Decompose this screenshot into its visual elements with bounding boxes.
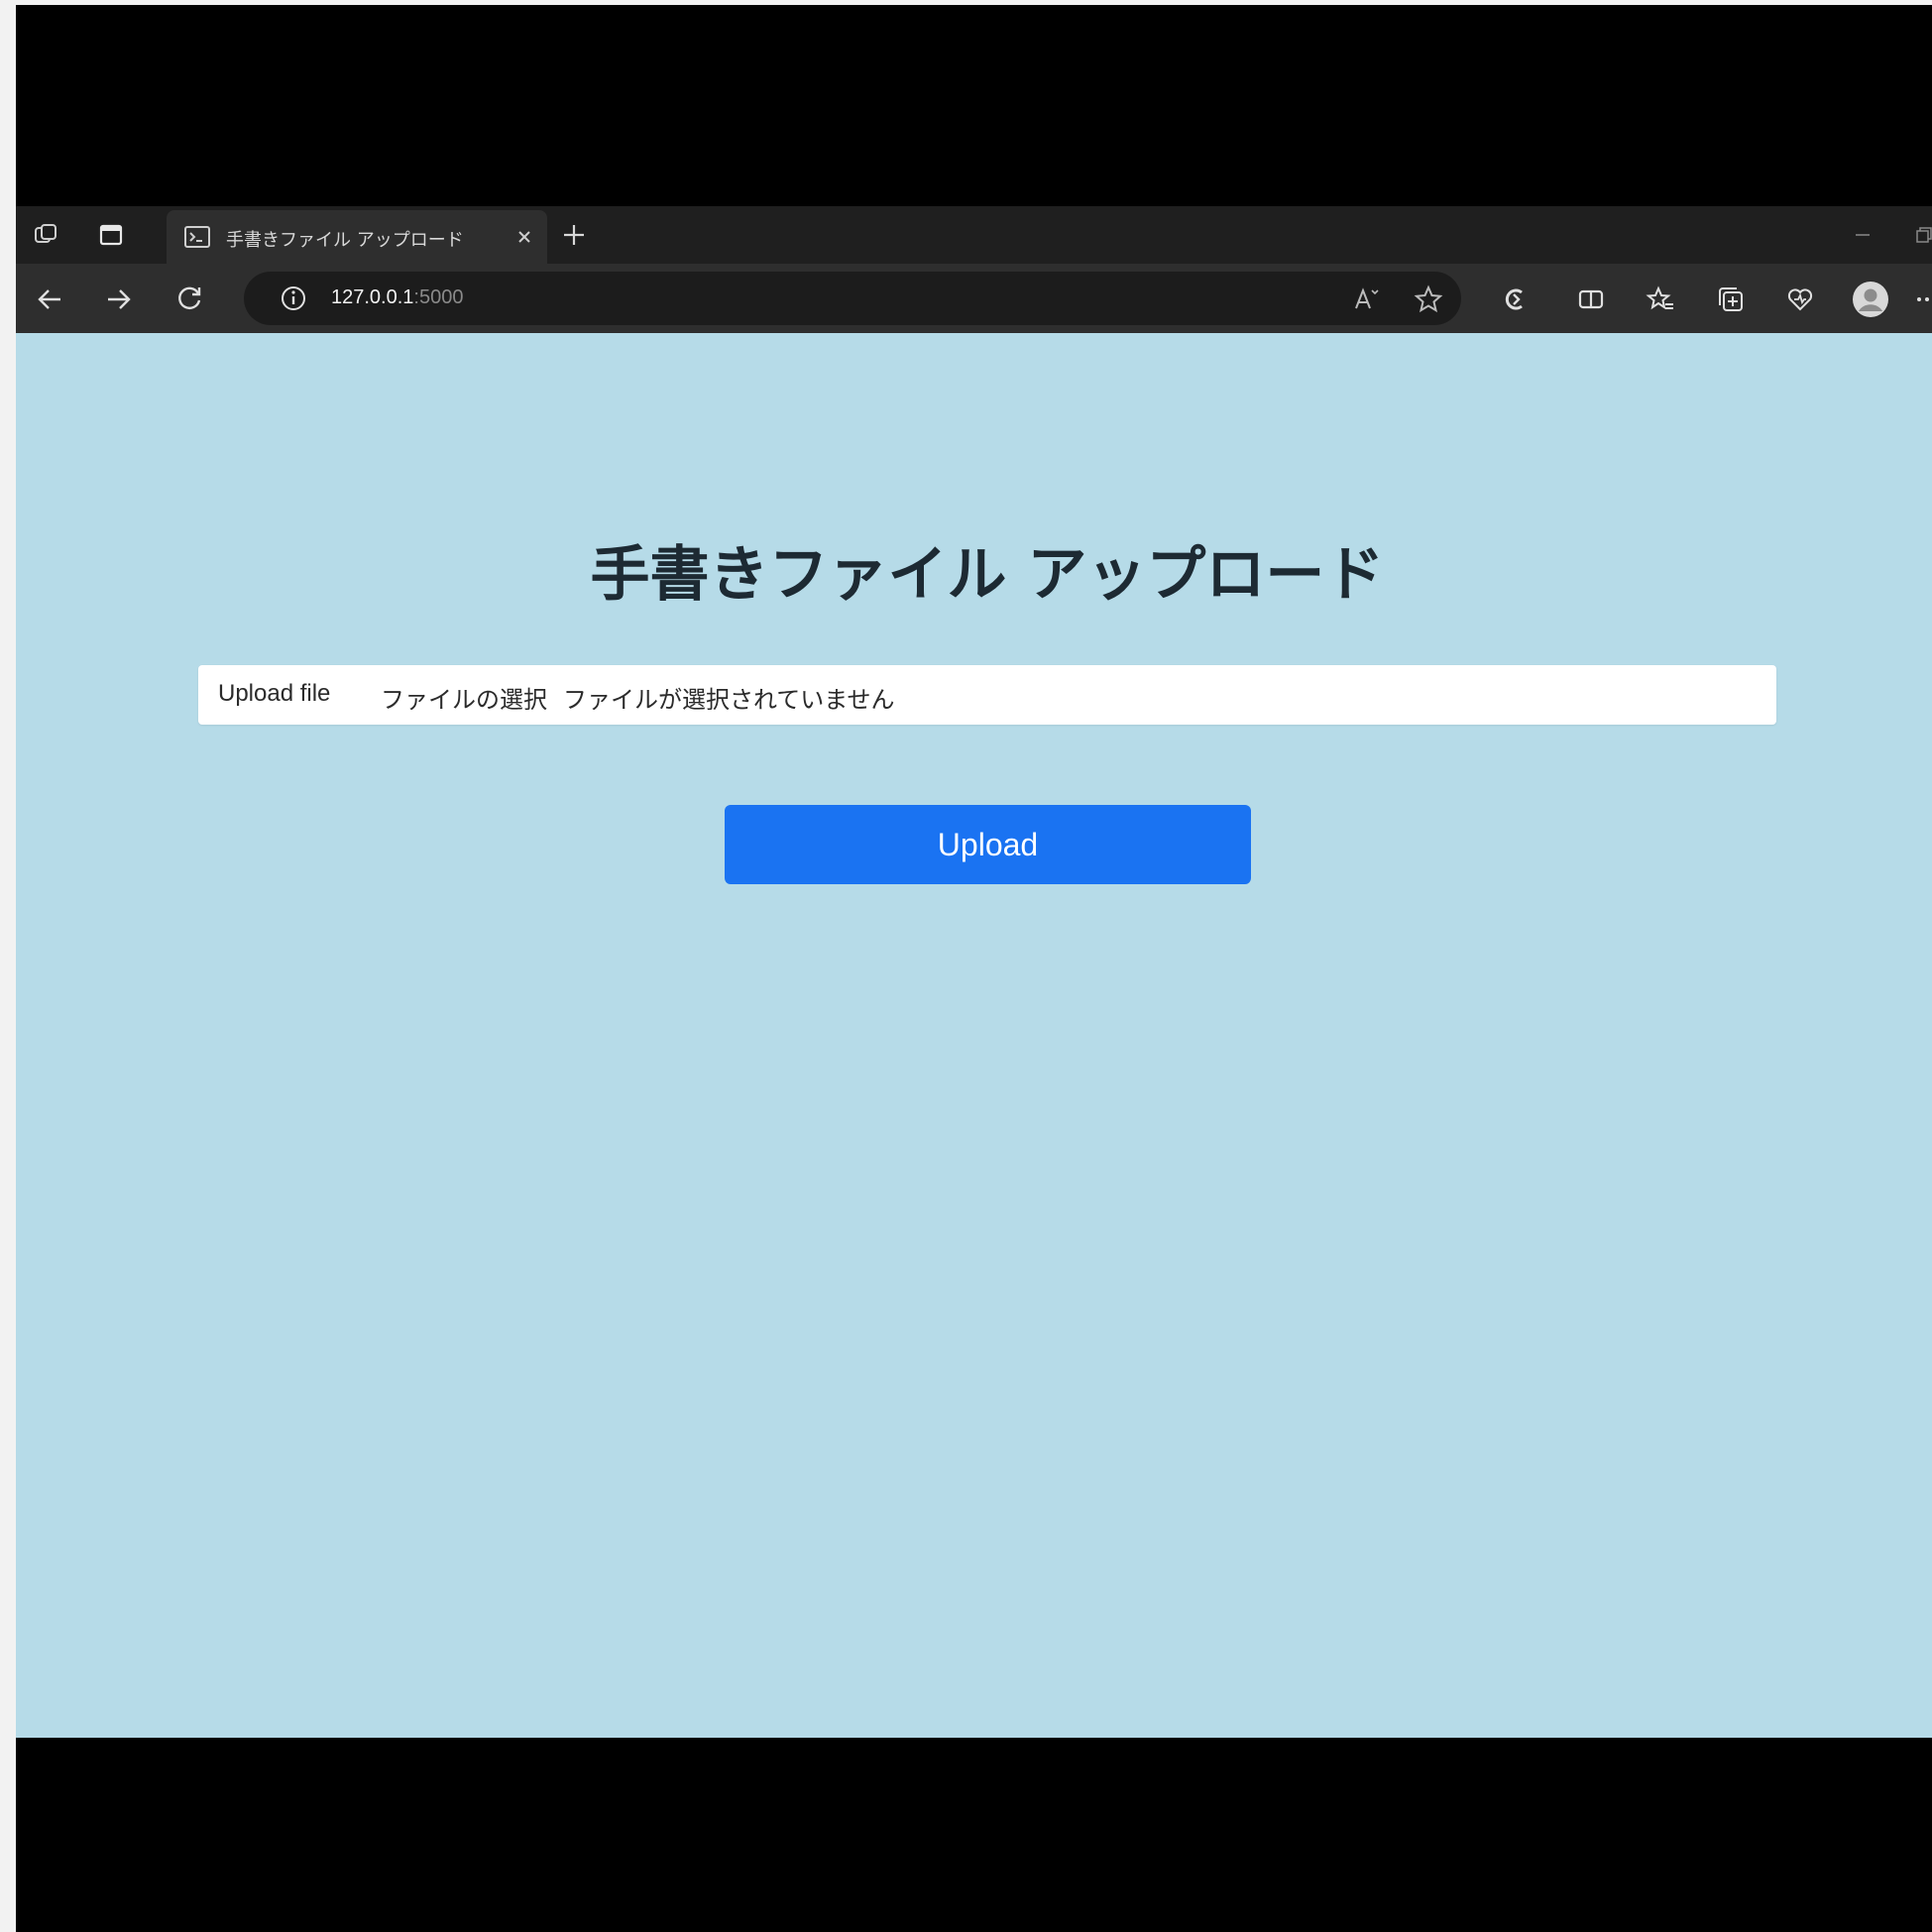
forward-arrow-icon[interactable] <box>100 281 138 318</box>
browser-window: 手書きファイル アップロード 127.0.0.1:5000 手書きファイル アッ… <box>16 206 1932 1738</box>
url-host: 127.0.0.1 <box>331 286 414 308</box>
star-icon[interactable] <box>1410 281 1447 318</box>
tab-title: 手書きファイル アップロード <box>226 230 464 251</box>
collections-icon[interactable] <box>1712 281 1750 318</box>
file-input-label: Upload file <box>218 680 331 707</box>
workspaces-icon[interactable] <box>30 219 61 251</box>
tab-actions-icon[interactable] <box>95 219 127 251</box>
address-bar[interactable]: 127.0.0.1:5000 <box>244 272 1461 325</box>
read-aloud-icon[interactable] <box>1347 281 1385 318</box>
file-status-text: ファイルが選択されていません <box>563 686 895 714</box>
heart-icon[interactable] <box>1781 281 1819 318</box>
profile-avatar-icon[interactable] <box>1852 281 1889 318</box>
page-title: 手書きファイル アップロード <box>590 540 1385 610</box>
refresh-icon[interactable] <box>170 281 208 318</box>
more-icon[interactable] <box>1909 281 1932 318</box>
restore-icon[interactable] <box>1909 220 1932 250</box>
page-content: 手書きファイル アップロード Upload file ファイルの選択 ファイルが… <box>16 333 1932 1738</box>
tab-active[interactable]: 手書きファイル アップロード <box>167 210 547 264</box>
screen-frame: 手書きファイル アップロード 127.0.0.1:5000 手書きファイル アッ… <box>16 5 1932 1932</box>
back-arrow-icon[interactable] <box>31 281 68 318</box>
terminal-favicon-icon <box>184 225 210 249</box>
url-port: :5000 <box>413 286 464 308</box>
choose-file-button[interactable]: ファイルの選択 <box>381 680 547 715</box>
favorites-icon[interactable] <box>1642 281 1679 318</box>
close-icon[interactable] <box>510 222 539 252</box>
split-screen-icon[interactable] <box>1572 281 1610 318</box>
url-text: 127.0.0.1:5000 <box>331 286 463 309</box>
plus-icon[interactable] <box>556 217 592 253</box>
minimize-icon[interactable] <box>1848 220 1877 250</box>
info-icon[interactable] <box>280 284 307 312</box>
browser-toolbar: 127.0.0.1:5000 <box>16 264 1932 333</box>
file-upload-field[interactable]: Upload file ファイルの選択 ファイルが選択されていません <box>198 665 1776 725</box>
upload-button[interactable]: Upload <box>725 805 1251 884</box>
copilot-icon[interactable] <box>1496 281 1534 318</box>
tab-strip: 手書きファイル アップロード <box>16 206 1932 264</box>
